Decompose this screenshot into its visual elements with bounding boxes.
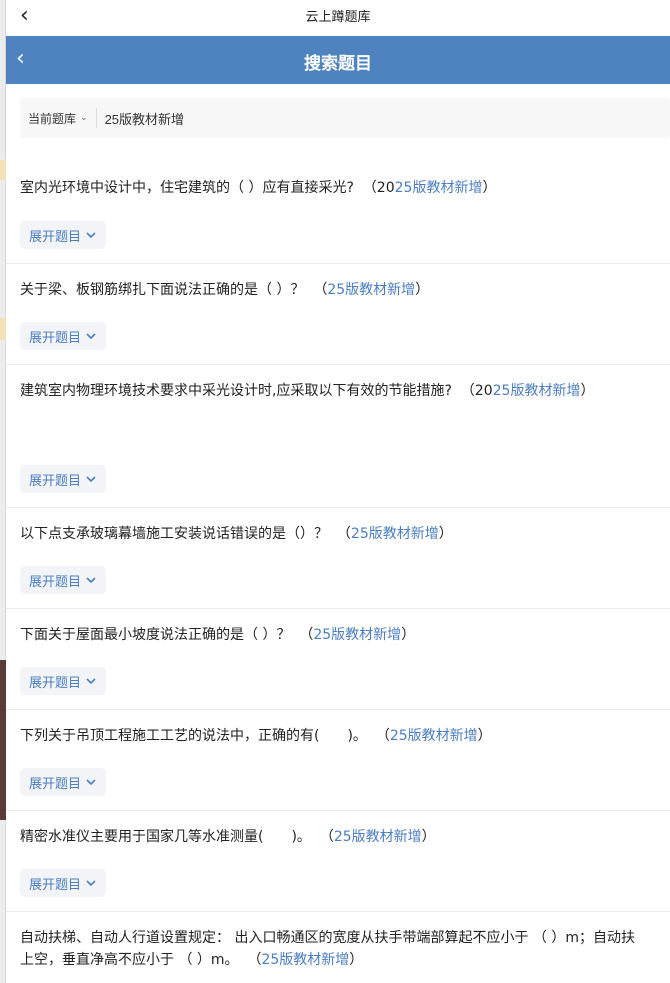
expand-question-button[interactable]: 展开题目 bbox=[20, 322, 106, 350]
expand-question-button[interactable]: 展开题目 bbox=[20, 566, 106, 594]
question-text[interactable]: 下面关于屋面最小坡度说法正确的是（ ）？ （25版教材新增） bbox=[20, 624, 415, 646]
expand-question-button[interactable]: 展开题目 bbox=[20, 869, 106, 897]
search-bar: 当前题库 ⌄ bbox=[20, 98, 670, 138]
question-item[interactable]: 下面关于屋面最小坡度说法正确的是（ ）？ （25版教材新增） 展开题目 bbox=[6, 609, 670, 710]
question-text[interactable]: 关于梁、板钢筋绑扎下面说法正确的是（ ）？ （25版教材新增） bbox=[20, 279, 429, 301]
question-item[interactable]: 精密水准仪主要用于国家几等水准测量( )。 （25版教材新增） 展开题目 bbox=[6, 811, 670, 912]
expand-question-button[interactable]: 展开题目 bbox=[20, 667, 106, 695]
question-tag: 25版教材新增 bbox=[350, 526, 439, 542]
question-item[interactable]: 下列关于吊顶工程施工工艺的说法中，正确的有( )。 （25版教材新增） 展开题目 bbox=[6, 710, 670, 811]
question-text[interactable]: 下列关于吊顶工程施工工艺的说法中，正确的有( )。 （25版教材新增） bbox=[20, 725, 492, 747]
question-item[interactable]: 以下点支承玻璃幕墙施工安装说话错误的是（）？ （25版教材新增） 展开题目 bbox=[6, 508, 670, 609]
question-bank-label: 当前题库 bbox=[28, 111, 77, 126]
chevron-down-icon bbox=[86, 232, 96, 239]
question-tag: 25版教材新增 bbox=[394, 180, 483, 196]
chevron-down-icon: ⌄ bbox=[80, 113, 88, 123]
chevron-down-icon bbox=[86, 333, 96, 340]
question-tag: 25版教材新增 bbox=[333, 829, 422, 845]
question-tag: 25版教材新增 bbox=[313, 627, 402, 643]
question-item[interactable]: 自动扶梯、自动人行道设置规定： 出入口畅通区的宽度从扶手带端部算起不应小于 （ … bbox=[6, 912, 670, 983]
question-tag: 25版教材新增 bbox=[327, 282, 416, 298]
question-text[interactable]: 建筑室内物理环境技术要求中采光设计时,应采取以下有效的节能措施? （2025版教… bbox=[20, 380, 594, 402]
chevron-down-icon bbox=[86, 577, 96, 584]
page-title: 搜索题目 bbox=[304, 54, 372, 74]
question-text[interactable]: 精密水准仪主要用于国家几等水准测量( )。 （25版教材新增） bbox=[20, 826, 436, 848]
chevron-down-icon bbox=[86, 880, 96, 887]
search-input[interactable] bbox=[104, 110, 670, 126]
question-item[interactable]: 关于梁、板钢筋绑扎下面说法正确的是（ ）？ （25版教材新增） 展开题目 bbox=[6, 264, 670, 365]
chevron-down-icon bbox=[86, 779, 96, 786]
expand-question-button[interactable]: 展开题目 bbox=[20, 768, 106, 796]
outer-title: 云上蹲题库 bbox=[305, 10, 371, 25]
chevron-down-icon bbox=[86, 476, 96, 483]
divider bbox=[95, 108, 97, 128]
question-item[interactable]: 建筑室内物理环境技术要求中采光设计时,应采取以下有效的节能措施? （2025版教… bbox=[6, 365, 670, 508]
question-text-continued[interactable]: 上空，垂直净高不应小于 （ ）m。 （25版教材新增） bbox=[20, 949, 363, 971]
question-text[interactable]: 自动扶梯、自动人行道设置规定： 出入口畅通区的宽度从扶手带端部算起不应小于 （ … bbox=[20, 927, 635, 949]
question-text[interactable]: 以下点支承玻璃幕墙施工安装说话错误的是（）？ （25版教材新增） bbox=[20, 523, 453, 545]
question-list: 室内光环境中设计中，住宅建筑的（ ）应有直接采光? （2025版教材新增） 展开… bbox=[6, 154, 670, 983]
expand-question-button[interactable]: 展开题目 bbox=[20, 465, 106, 493]
outer-title-bar: ‹ 云上蹲题库 bbox=[6, 0, 670, 36]
search-header: ‹ 搜索题目 bbox=[6, 36, 670, 84]
question-item[interactable]: 室内光环境中设计中，住宅建筑的（ ）应有直接采光? （2025版教材新增） 展开… bbox=[6, 154, 670, 264]
question-text[interactable]: 室内光环境中设计中，住宅建筑的（ ）应有直接采光? （2025版教材新增） bbox=[20, 177, 496, 199]
question-bank-selector[interactable]: 当前题库 ⌄ bbox=[20, 110, 88, 127]
search-bar-section: 当前题库 ⌄ bbox=[6, 84, 670, 154]
question-tag: 25版教材新增 bbox=[492, 383, 581, 399]
question-tag: 25版教材新增 bbox=[261, 952, 350, 968]
question-tag: 25版教材新增 bbox=[389, 728, 478, 744]
expand-question-button[interactable]: 展开题目 bbox=[20, 221, 106, 249]
chevron-down-icon bbox=[86, 678, 96, 685]
